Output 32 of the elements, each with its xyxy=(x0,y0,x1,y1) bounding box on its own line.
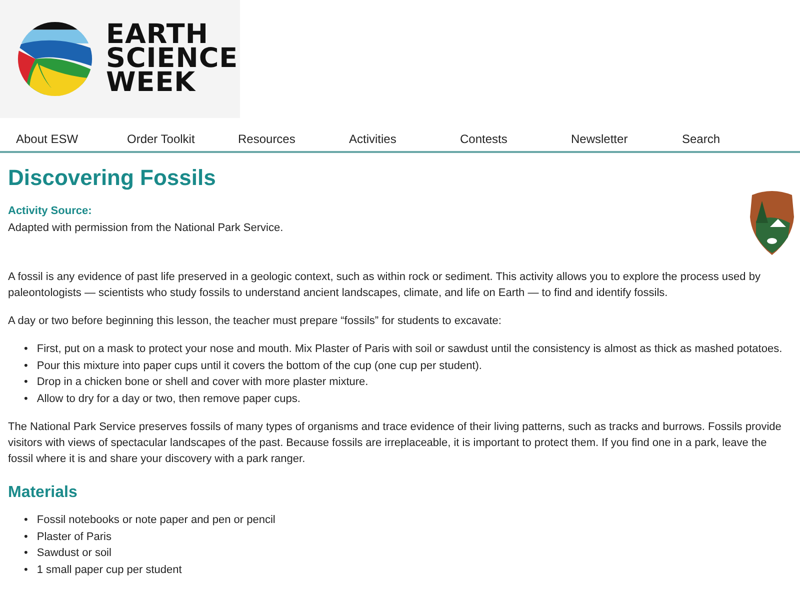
list-item: First, put on a mask to protect your nose and mouth. Mix Plaster of Paris with soil or sawdust until the consistency is almost as thick as mashed potatoes. xyxy=(36,342,782,357)
nav-link[interactable]: Contests xyxy=(460,130,571,148)
source-text: Adapted with permission from the National Park Service. xyxy=(7,220,284,236)
list-item: Plaster of Paris xyxy=(36,530,112,545)
globe-logo-icon xyxy=(16,20,94,98)
bullet: • xyxy=(24,562,28,578)
bullet: • xyxy=(24,342,28,357)
bullet: • xyxy=(24,546,28,562)
page-title: Discovering Fossils xyxy=(8,165,217,192)
nav-link[interactable]: Search xyxy=(682,130,793,148)
nav-link[interactable]: Resources xyxy=(238,130,349,148)
closing-paragraph: The National Park Service preserves fossils of many types of organisms and trace evidence of their living patterns, such as tracks and burrows. Fossils provide visitors with views of spectacular landscapes of the past. Because fossils are irreplaceable, it is important to protect them. If you find one in a park, leave the fossil where it is and share your discovery with a park ranger. xyxy=(8,420,782,467)
bullet: • xyxy=(24,513,28,528)
bullet: • xyxy=(24,392,28,406)
nav-link[interactable]: About ESW xyxy=(16,130,127,148)
list-item: Allow to dry for a day or two, then remove paper cups. xyxy=(36,392,300,406)
list-item: Sawdust or soil xyxy=(36,546,112,562)
logo-text: EARTH SCIENCE WEEK xyxy=(106,23,238,95)
bullet: • xyxy=(24,358,28,374)
intro-paragraph: A fossil is any evidence of past life preserved in a geologic context, such as within rock or sediment. This activity allows you to explore the process used by paleontologists — scientists who study fossils to understand ancient landscapes, climate, and life on Earth — to find and identify fossils. xyxy=(8,270,762,301)
source-label: Activity Source: xyxy=(8,204,93,220)
nav-link[interactable]: Order Toolkit xyxy=(127,130,238,148)
section-heading: Materials xyxy=(8,483,78,502)
nav-link[interactable]: Newsletter xyxy=(571,130,682,148)
bullet: • xyxy=(24,530,28,545)
list-item: Fossil notebooks or note paper and pen or pencil xyxy=(36,513,276,528)
list-item: Drop in a chicken bone or shell and cover with more plaster mixture. xyxy=(36,375,368,390)
list-item: 1 small paper cup per student xyxy=(36,562,182,578)
list-item: Pour this mixture into paper cups until it covers the bottom of the cup (one cup per student). xyxy=(36,358,482,374)
nav-link[interactable]: Activities xyxy=(349,130,460,148)
preparation-paragraph: A day or two before beginning this lesson, the teacher must prepare “fossils” for students to excavate: xyxy=(8,314,502,329)
bullet: • xyxy=(24,375,28,390)
